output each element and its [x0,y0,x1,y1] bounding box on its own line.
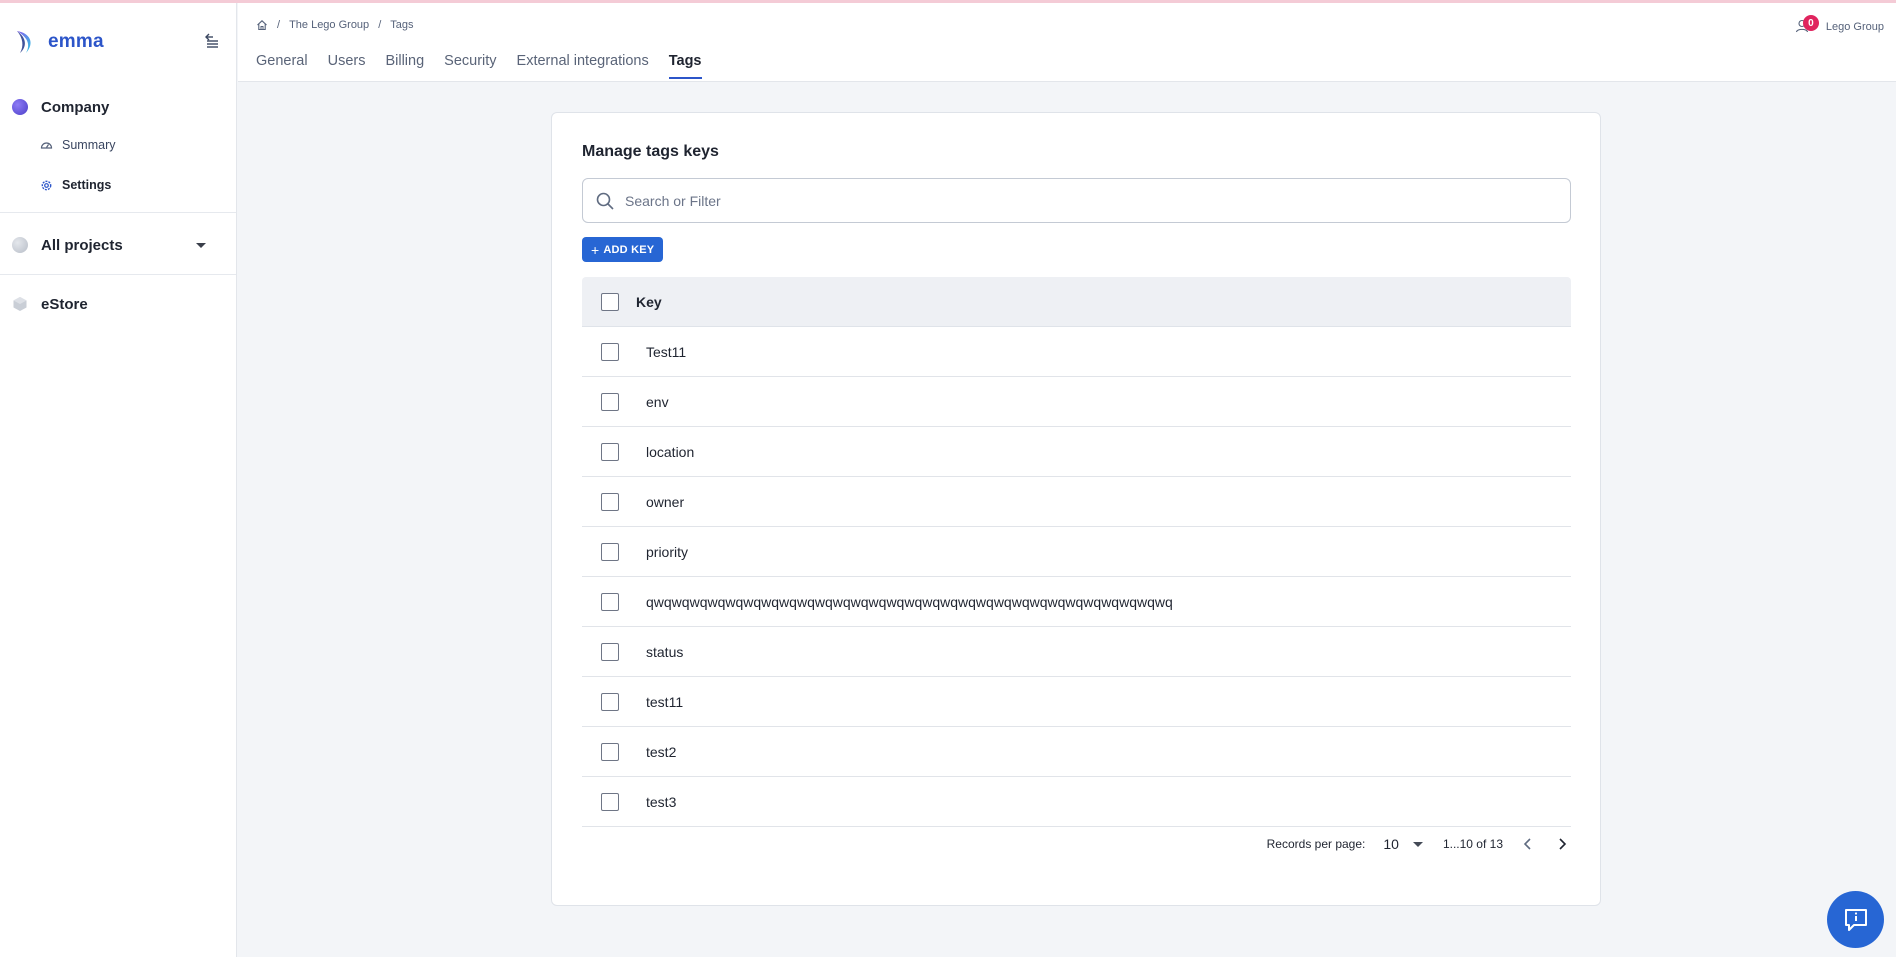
row-checkbox[interactable] [601,442,619,461]
gear-icon [41,180,52,190]
tab-security[interactable]: Security [444,53,496,78]
records-per-page-select[interactable]: 10 [1383,836,1423,852]
row-checkbox[interactable] [601,692,619,711]
row-checkbox[interactable] [601,592,619,611]
key-cell[interactable]: owner [646,494,684,510]
sidebar-item-summary-label: Summary [62,138,116,152]
card-title: Manage tags keys [582,143,719,160]
search-box [582,178,1571,223]
collapse-sidebar-icon[interactable] [203,32,221,50]
user-notifications[interactable]: 0 [1795,15,1819,35]
key-cell[interactable]: env [646,394,669,410]
plus-icon: + [591,241,600,258]
sidebar-divider [0,212,236,213]
table-row: location [582,427,1571,477]
table-row: Test11 [582,327,1571,377]
row-checkbox[interactable] [601,742,619,761]
page-range: 1...10 of 13 [1442,837,1503,851]
project-estore[interactable]: eStore [0,292,236,316]
key-cell[interactable]: priority [646,544,688,560]
row-checkbox[interactable] [601,542,619,561]
org-name[interactable]: Lego Group [1826,21,1884,33]
estore-label: eStore [41,295,88,313]
previous-page-button[interactable] [1519,835,1537,853]
add-key-button[interactable]: + ADD KEY [582,237,664,262]
table-row: owner [582,477,1571,527]
table-row: test11 [582,677,1571,727]
table-row: priority [582,527,1571,577]
pagination: Records per page: 10 1...10 of 13 [582,829,1571,859]
manage-tags-card: Manage tags keys + ADD KEY Key Test11 en… [551,112,1601,906]
key-cell[interactable]: qwqwqwqwqwqwqwqwqwqwqwqwqwqwqwqwqwqwqwqw… [646,594,1173,610]
app-name: emma [48,31,104,52]
sidebar-item-settings-label: Settings [62,178,112,192]
all-projects-icon [12,237,28,253]
search-icon [596,192,614,210]
row-checkbox[interactable] [601,792,619,811]
dropdown-arrow-icon [1412,841,1423,847]
home-icon[interactable] [256,19,268,31]
all-projects-label: All projects [41,236,123,254]
row-checkbox[interactable] [601,642,619,661]
key-cell[interactable]: status [646,644,683,660]
page-header: / The Lego Group / Tags General Users Bi… [238,3,1896,82]
table-row: test2 [582,727,1571,777]
row-checkbox[interactable] [601,342,619,361]
chat-info-icon [1844,908,1867,931]
tab-users[interactable]: Users [328,53,366,78]
breadcrumb: / The Lego Group / Tags [256,19,414,31]
emma-logo-icon [17,31,31,53]
key-cell[interactable]: test2 [646,744,676,760]
settings-tabs: General Users Billing Security External … [256,53,722,79]
breadcrumb-separator: / [277,19,281,31]
key-cell[interactable]: test3 [646,794,676,810]
sidebar-divider [0,274,236,275]
app-logo[interactable]: emma [14,29,104,55]
next-page-button[interactable] [1553,835,1571,853]
tag-keys-table: Key Test11 env location owner priority q… [582,277,1571,827]
help-chat-button[interactable] [1827,891,1884,948]
add-key-label: ADD KEY [603,243,655,256]
table-row: qwqwqwqwqwqwqwqwqwqwqwqwqwqwqwqwqwqwqwqw… [582,577,1571,627]
tab-tags[interactable]: Tags [668,53,702,79]
estore-section: eStore [0,292,236,316]
summary-section: Summary [0,134,236,156]
chevron-left-icon [1523,838,1531,850]
column-header-key[interactable]: Key [636,294,662,310]
cube-icon [13,297,27,311]
breadcrumb-company[interactable]: The Lego Group [289,19,369,31]
table-header: Key [582,277,1571,327]
key-cell[interactable]: location [646,444,694,460]
company-section: Company [0,95,236,119]
company-label: Company [41,98,110,116]
dashboard-icon [40,141,53,149]
row-checkbox[interactable] [601,392,619,411]
sidebar-item-summary[interactable]: Summary [0,134,236,156]
select-all-checkbox[interactable] [601,292,619,311]
company-nav[interactable]: Company [0,95,236,119]
settings-section: Settings [0,174,236,196]
breadcrumb-current: Tags [390,19,414,31]
tab-billing[interactable]: Billing [385,53,424,78]
tab-general[interactable]: General [256,53,308,78]
table-row: status [582,627,1571,677]
user-menu: 0 Lego Group [1795,15,1884,35]
sidebar: emma Company Summary Settings All projec… [0,3,237,957]
company-icon [12,99,28,115]
row-checkbox[interactable] [601,492,619,511]
records-per-page-label: Records per page: [1266,837,1366,851]
key-cell[interactable]: Test11 [646,344,686,360]
records-per-page-value: 10 [1383,836,1399,852]
breadcrumb-separator: / [378,19,382,31]
key-cell[interactable]: test11 [646,694,683,710]
sidebar-item-settings[interactable]: Settings [0,174,236,196]
notification-badge: 0 [1802,15,1819,31]
table-row: env [582,377,1571,427]
chevron-down-icon[interactable] [196,243,206,248]
table-row: test3 [582,777,1571,827]
chevron-right-icon [1559,838,1567,850]
tab-external-integrations[interactable]: External integrations [517,53,649,78]
search-input[interactable] [625,192,1525,209]
